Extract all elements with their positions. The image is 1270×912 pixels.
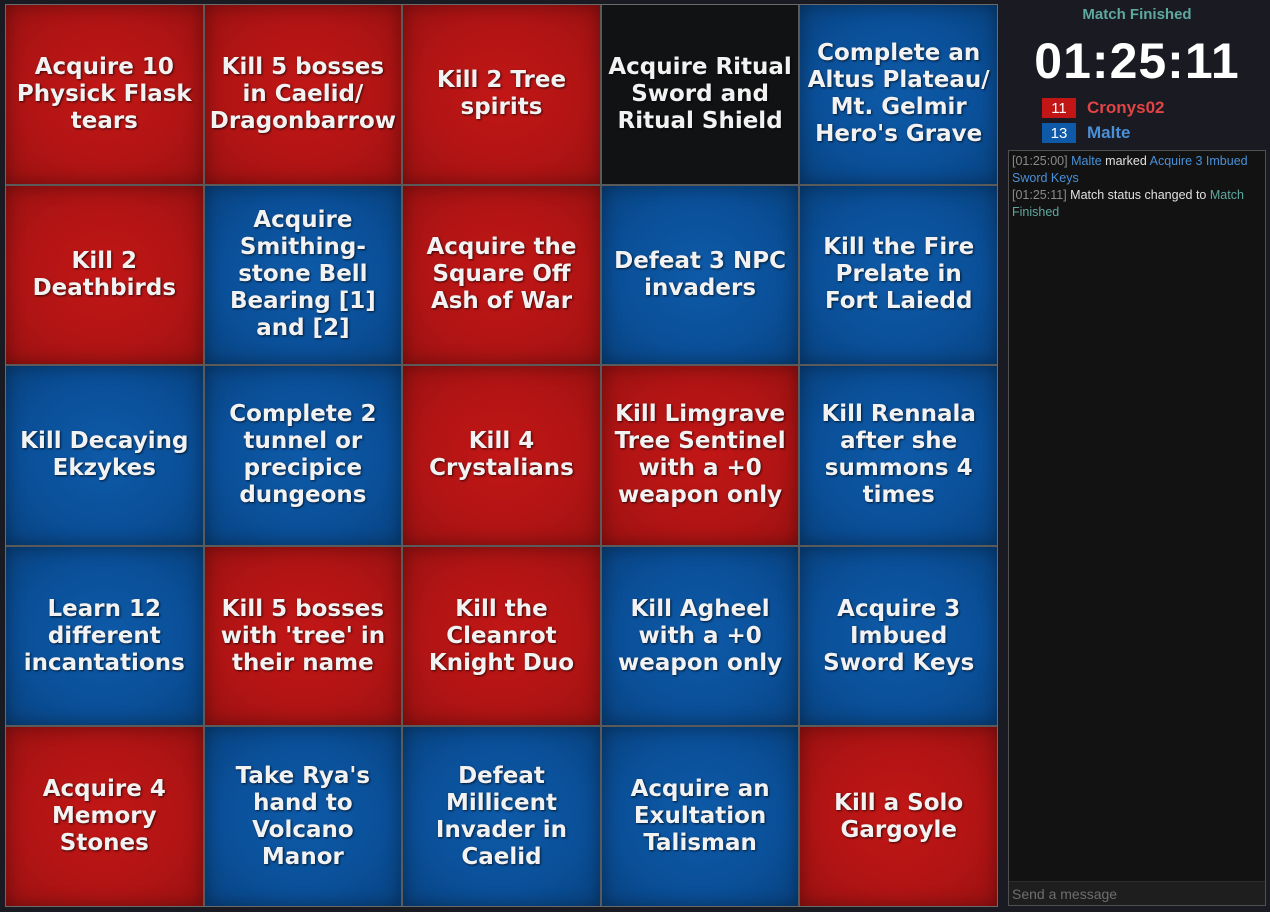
bingo-board: Acquire 10 Physick Flask tears Kill 5 bo… [5,4,998,907]
message-timestamp: [01:25:00] [1012,154,1068,168]
board-cell[interactable]: Kill 2 Tree spirits [403,5,600,184]
chat-message: [01:25:00] Malte marked Acquire 3 Imbued… [1012,153,1262,187]
board-cell[interactable]: Acquire 3 Imbued Sword Keys [800,546,997,726]
board-cell[interactable]: Defeat 3 NPC invaders [601,185,799,365]
board-cell[interactable]: Kill a Solo Gargoyle [800,727,997,906]
player-row: 13 Malte [1042,123,1130,143]
board-cell[interactable]: Kill Agheel with a +0 weapon only [601,546,799,726]
match-timer: 01:25:11 [1034,33,1240,89]
board-cell[interactable]: Acquire Ritual Sword and Ritual Shield [601,5,799,184]
chat-message-input[interactable] [1009,881,1265,905]
match-status: Match Finished [1082,6,1192,23]
board-cell[interactable]: Learn 12 different incantations [6,546,203,726]
player-row: 11 Cronys02 [1042,98,1164,118]
board-cell[interactable]: Acquire Smithing-stone Bell Bearing [1] … [204,185,402,365]
message-text: Match status changed to [1070,188,1207,202]
board-cell[interactable]: Acquire 10 Physick Flask tears [6,5,203,184]
chat-log[interactable]: [01:25:00] Malte marked Acquire 3 Imbued… [1009,151,1265,223]
board-cell[interactable]: Kill Limgrave Tree Sentinel with a +0 we… [601,366,799,545]
board-cell[interactable]: Acquire the Square Off Ash of War [403,185,600,365]
chat-panel: [01:25:00] Malte marked Acquire 3 Imbued… [1008,150,1266,906]
chat-message: [01:25:11] Match status changed to Match… [1012,187,1262,221]
message-action: marked [1105,154,1147,168]
board-cell[interactable]: Kill the Cleanrot Knight Duo [403,546,600,726]
board-cell[interactable]: Kill 4 Crystalians [403,366,600,545]
board-cell[interactable]: Kill 5 bosses in Caelid/ Dragonbarrow [204,5,402,184]
board-cell[interactable]: Acquire 4 Memory Stones [6,727,203,906]
player-name: Malte [1087,123,1131,142]
sidebar: Match Finished 01:25:11 11 Cronys02 13 M… [1004,0,1270,912]
board-cell[interactable]: Kill Rennala after she summons 4 times [800,366,997,545]
board-cell[interactable]: Kill 5 bosses with 'tree' in their name [204,546,402,726]
player-name: Cronys02 [1087,98,1165,117]
board-cell[interactable]: Kill 2 Deathbirds [6,185,203,365]
board-cell[interactable]: Complete an Altus Plateau/ Mt. Gelmir He… [800,5,997,184]
board-cell[interactable]: Complete 2 tunnel or precipice dungeons [204,366,402,545]
message-timestamp: [01:25:11] [1012,188,1067,202]
player-score-badge: 11 [1042,98,1076,118]
player-score-badge: 13 [1042,123,1076,143]
board-cell[interactable]: Kill the Fire Prelate in Fort Laiedd [800,185,997,365]
board-cell[interactable]: Kill Decaying Ekzykes [6,366,203,545]
board-cell[interactable]: Acquire an Exultation Talisman [601,727,799,906]
message-player: Malte [1071,154,1102,168]
board-cell[interactable]: Take Rya's hand to Volcano Manor [204,727,402,906]
board-cell[interactable]: Defeat Millicent Invader in Caelid [403,727,600,906]
